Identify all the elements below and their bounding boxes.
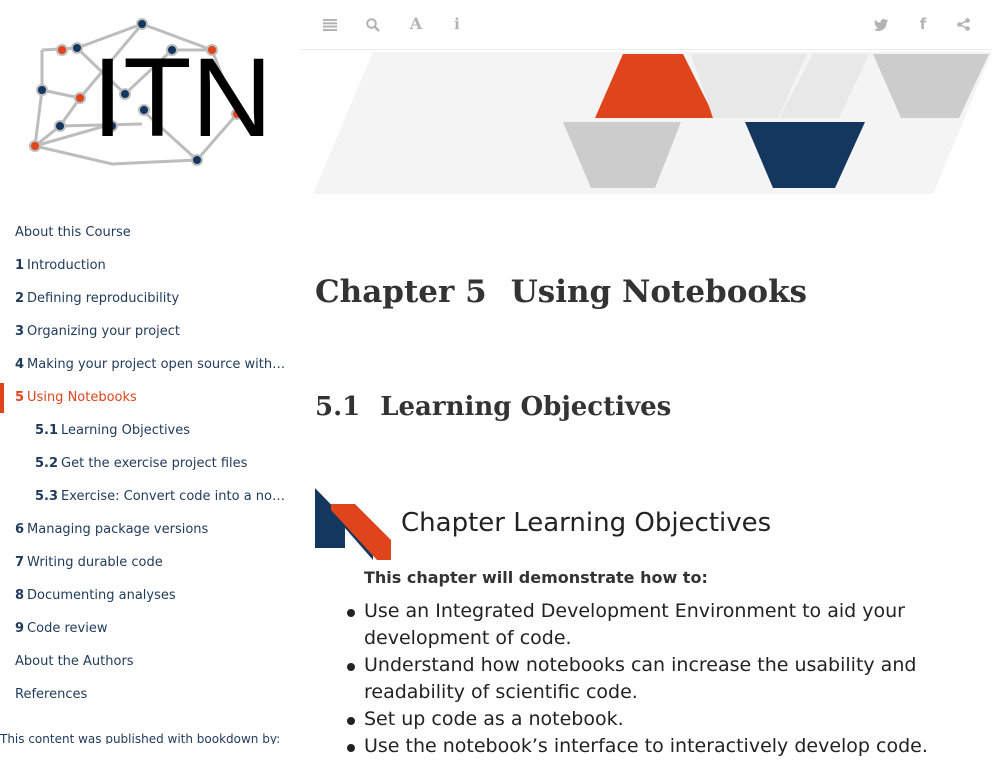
info-icon[interactable]: i (445, 12, 469, 36)
section-heading: 5.1 Learning Objectives (315, 392, 671, 422)
chapter-banner-image (313, 52, 992, 194)
published-note: This content was published with bookdown… (0, 732, 281, 744)
toc-item[interactable]: 1 Introduction (0, 251, 300, 284)
objectives-title: Chapter Learning Objectives (401, 508, 772, 538)
sidebar: ITN About this Course 1 Introduction 2 Defin… (0, 0, 300, 744)
toc-item-number: 8 (15, 588, 25, 603)
toc-toggle-icon[interactable] (318, 12, 342, 36)
toc-item-number: 6 (15, 522, 25, 537)
chapter-title-text: Using Notebooks (510, 274, 808, 310)
toc-item-label: Learning Objectives (61, 423, 191, 438)
toc-item-number: 4 (15, 357, 25, 372)
toc-item[interactable]: About the Authors (0, 647, 300, 680)
table-of-contents: About this Course 1 Introduction 2 Defining … (0, 218, 300, 713)
toc-item-label: Using Notebooks (27, 390, 137, 405)
objective-item: Use the notebook’s interface to interact… (347, 733, 964, 760)
objective-item: Use an Integrated Development Environmen… (347, 598, 964, 652)
toc-item-label: Documenting analyses (27, 588, 176, 603)
toc-item[interactable]: 3 Organizing your project (0, 317, 300, 350)
itn-logo[interactable]: ITN (22, 14, 272, 174)
toc-item-number: 5.1 (35, 423, 59, 438)
logo-text: ITN (92, 35, 272, 160)
toc-item-label: Introduction (27, 258, 106, 273)
toc-item[interactable]: 5 Using Notebooks (0, 383, 300, 416)
toc-item-label: Code review (27, 621, 108, 636)
toc-item[interactable]: 8 Documenting analyses (0, 581, 300, 614)
objectives-list: Use an Integrated Development Environmen… (347, 598, 964, 760)
toc-item-number: 9 (15, 621, 25, 636)
font-settings-icon[interactable]: A (404, 12, 428, 36)
toc-item[interactable]: 4 Making your project open source with … (0, 350, 300, 383)
toc-item-label: Making your project open source with … (27, 357, 290, 372)
objectives-chevron-icon (315, 488, 391, 560)
section-title-text: Learning Objectives (380, 392, 672, 422)
toc-item-number: 1 (15, 258, 25, 273)
toc-item-label: About the Authors (15, 654, 134, 669)
section-number: 5.1 (315, 392, 361, 422)
toc-item-number: 5.3 (35, 489, 59, 504)
toc-item-label: Organizing your project (27, 324, 181, 339)
share-icon[interactable] (951, 12, 975, 36)
objective-item: Understand how notebooks can increase th… (347, 652, 964, 706)
toc-item-number: 5.2 (35, 456, 59, 471)
chapter-title: Chapter 5 Using Notebooks (315, 274, 807, 310)
toc-item-label: Writing durable code (27, 555, 163, 570)
toc-item[interactable]: References (0, 680, 300, 713)
toc-item[interactable]: 5.2 Get the exercise project files (0, 449, 300, 482)
toc-item-number: 3 (15, 324, 25, 339)
toc-item-label: Get the exercise project files (61, 456, 248, 471)
book-toolbar: A i f (300, 0, 992, 50)
toc-item-number: 2 (15, 291, 25, 306)
facebook-icon[interactable]: f (911, 12, 935, 36)
objectives-intro: This chapter will demonstrate how to: (364, 568, 708, 587)
toc-item-label: Managing package versions (27, 522, 209, 537)
search-icon[interactable] (361, 12, 385, 36)
toc-item[interactable]: About this Course (0, 218, 300, 251)
toc-item-number: 7 (15, 555, 25, 570)
toc-item-label: References (15, 687, 88, 702)
toc-item[interactable]: 6 Managing package versions (0, 515, 300, 548)
toc-item-label: Exercise: Convert code into a note… (61, 489, 299, 504)
objective-item: Set up code as a notebook. (347, 706, 964, 733)
toc-item[interactable]: 5.3 Exercise: Convert code into a note… (0, 482, 300, 515)
toc-item[interactable]: 9 Code review (0, 614, 300, 647)
twitter-icon[interactable] (869, 12, 893, 36)
toc-item-number: 5 (15, 390, 25, 405)
toc-item[interactable]: 7 Writing durable code (0, 548, 300, 581)
toc-item[interactable]: 5.1 Learning Objectives (0, 416, 300, 449)
toc-item-label: Defining reproducibility (27, 291, 180, 306)
chapter-label: Chapter 5 (315, 274, 487, 310)
toc-item[interactable]: 2 Defining reproducibility (0, 284, 300, 317)
toc-item-label: About this Course (15, 225, 131, 240)
